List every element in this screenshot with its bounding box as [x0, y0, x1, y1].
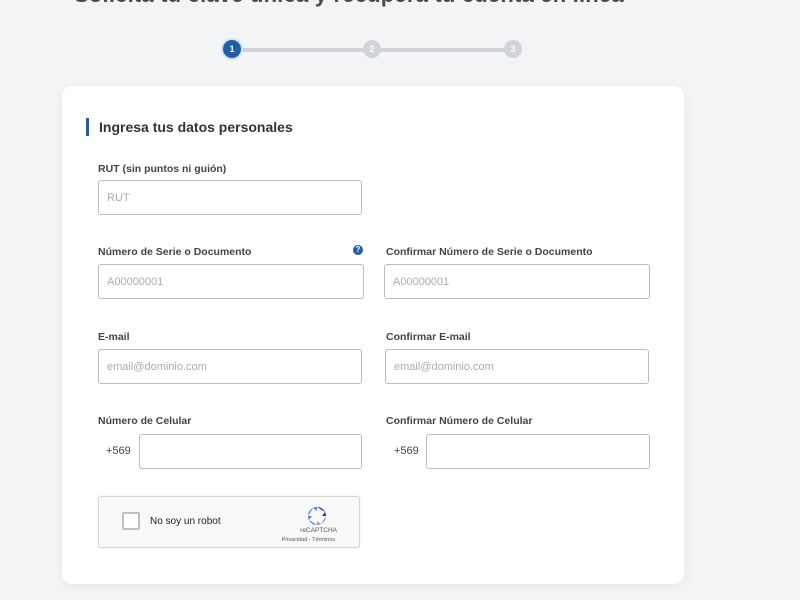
step-3-indicator: 3 [504, 40, 522, 58]
rut-label: RUT (sin puntos ni guión) [98, 163, 227, 175]
serie-confirm-label: Confirmar Número de Serie o Documento [386, 246, 593, 258]
personal-data-card: Ingresa tus datos personales RUT (sin pu… [62, 86, 684, 584]
email-confirm-input[interactable] [385, 349, 649, 384]
serie-confirm-input[interactable] [384, 264, 650, 299]
section-title: Ingresa tus datos personales [86, 118, 293, 136]
serie-input[interactable] [98, 264, 364, 299]
email-label: E-mail [98, 331, 130, 343]
phone-prefix: +569 [106, 445, 131, 457]
recaptcha-checkbox[interactable] [122, 512, 140, 530]
step-2-indicator: 2 [363, 40, 381, 58]
phone-input[interactable] [139, 434, 362, 469]
help-icon[interactable]: ? [353, 245, 363, 255]
recaptcha-brand: reCAPTCHA [300, 527, 337, 534]
rut-input[interactable] [98, 180, 362, 215]
page-title: Solicita tu clave única y recupera tu cu… [74, 0, 624, 8]
phone-confirm-input[interactable] [426, 434, 650, 469]
recaptcha-terms-link[interactable]: Términos [312, 537, 335, 543]
email-input[interactable] [98, 349, 362, 384]
progress-stepper: 1 2 3 [223, 40, 522, 60]
email-confirm-label: Confirmar E-mail [386, 331, 471, 343]
phone-label: Número de Celular [98, 415, 192, 427]
recaptcha-widget: No soy un robot reCAPTCHA Privacidad - T… [98, 496, 360, 548]
recaptcha-privacy-link[interactable]: Privacidad [282, 537, 308, 543]
serie-label: Número de Serie o Documento [98, 246, 252, 258]
recaptcha-separator: - [308, 537, 311, 543]
recaptcha-links: Privacidad - Términos [282, 537, 335, 543]
recaptcha-logo-icon [308, 507, 326, 525]
phone-confirm-prefix: +569 [394, 445, 419, 457]
page: Solicita tu clave única y recupera tu cu… [0, 0, 800, 600]
step-1-indicator: 1 [223, 40, 241, 58]
phone-confirm-label: Confirmar Número de Celular [386, 415, 533, 427]
recaptcha-label: No soy un robot [150, 516, 221, 527]
